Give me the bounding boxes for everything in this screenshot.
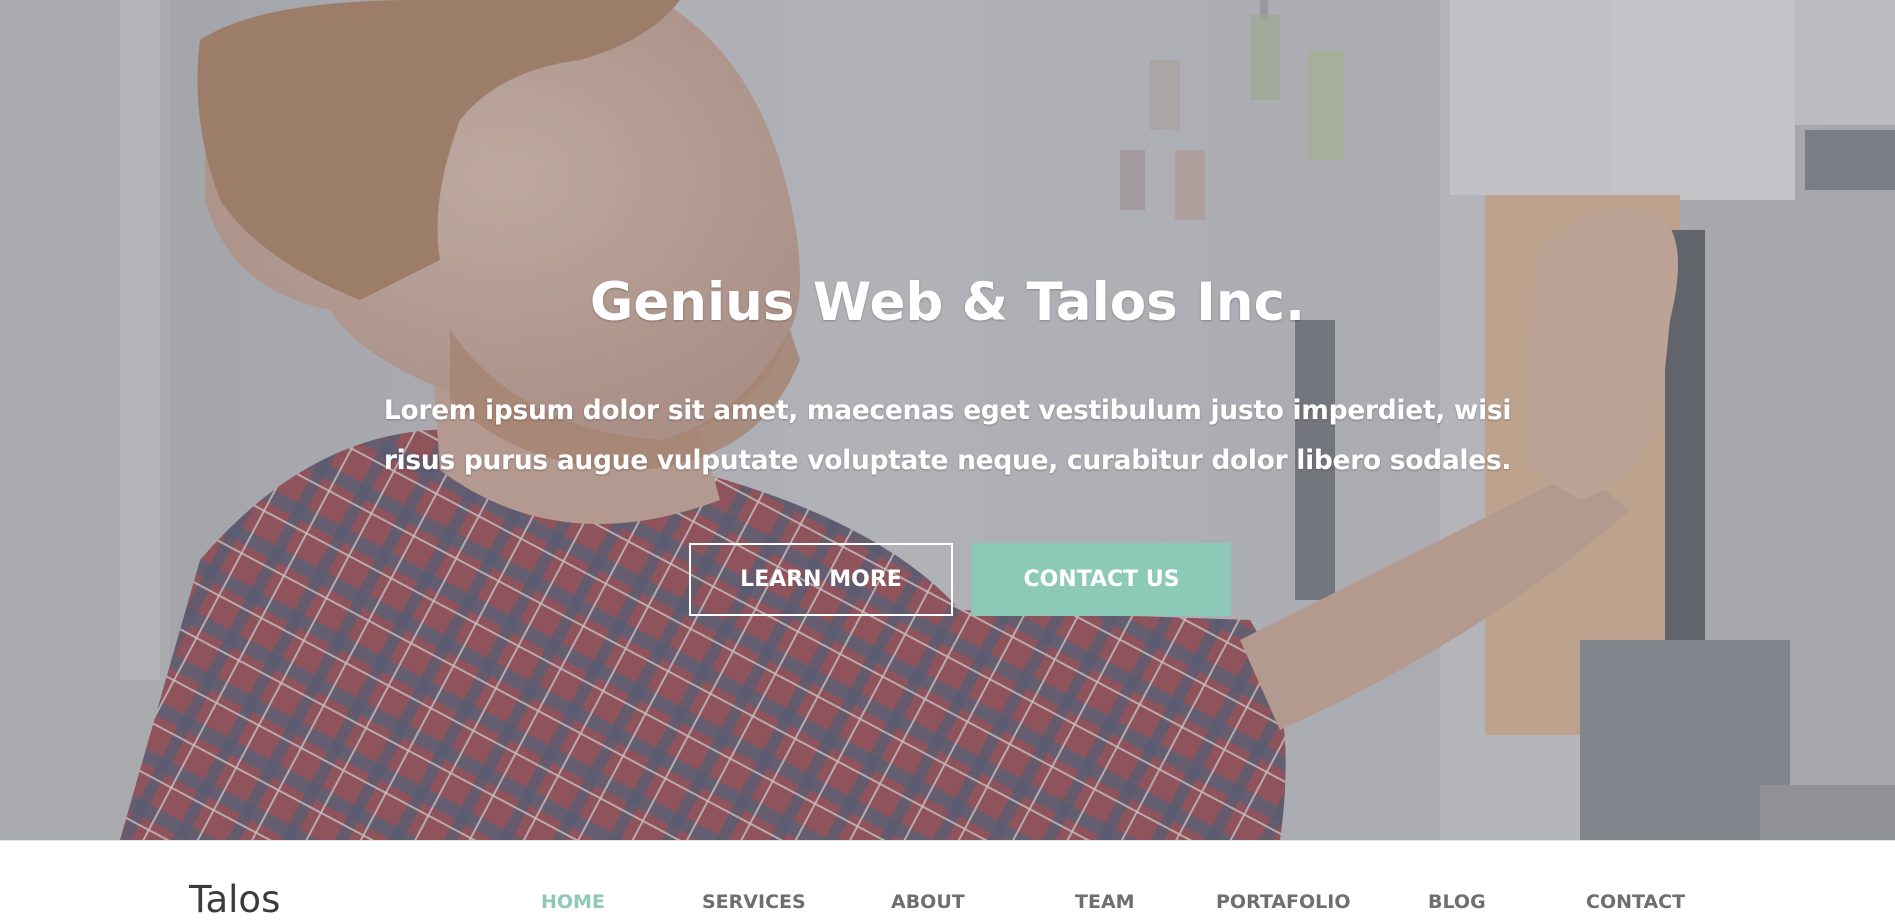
nav-item-blog[interactable]: BLOG xyxy=(1428,893,1486,912)
nav-item-about[interactable]: ABOUT xyxy=(891,893,965,912)
nav-item-team[interactable]: TEAM xyxy=(1075,893,1135,912)
hero-title: Genius Web & Talos Inc. xyxy=(589,272,1306,333)
brand-logo-text[interactable]: Talos xyxy=(189,881,280,918)
contact-us-button[interactable]: CONTACT US xyxy=(972,543,1231,616)
hero-section: Genius Web & Talos Inc. Lorem ipsum dolo… xyxy=(0,0,1895,840)
nav-item-contact[interactable]: CONTACT xyxy=(1586,893,1685,912)
nav-item-portafolio[interactable]: PORTAFOLIO xyxy=(1216,893,1351,912)
nav-item-home[interactable]: HOME xyxy=(541,893,605,912)
nav-item-services[interactable]: SERVICES xyxy=(702,893,806,912)
learn-more-button[interactable]: LEARN MORE xyxy=(689,543,953,616)
main-navbar: Talos HOME SERVICES ABOUT TEAM PORTAFOLI… xyxy=(0,840,1895,918)
hero-subtitle: Lorem ipsum dolor sit amet, maecenas ege… xyxy=(383,395,1512,476)
